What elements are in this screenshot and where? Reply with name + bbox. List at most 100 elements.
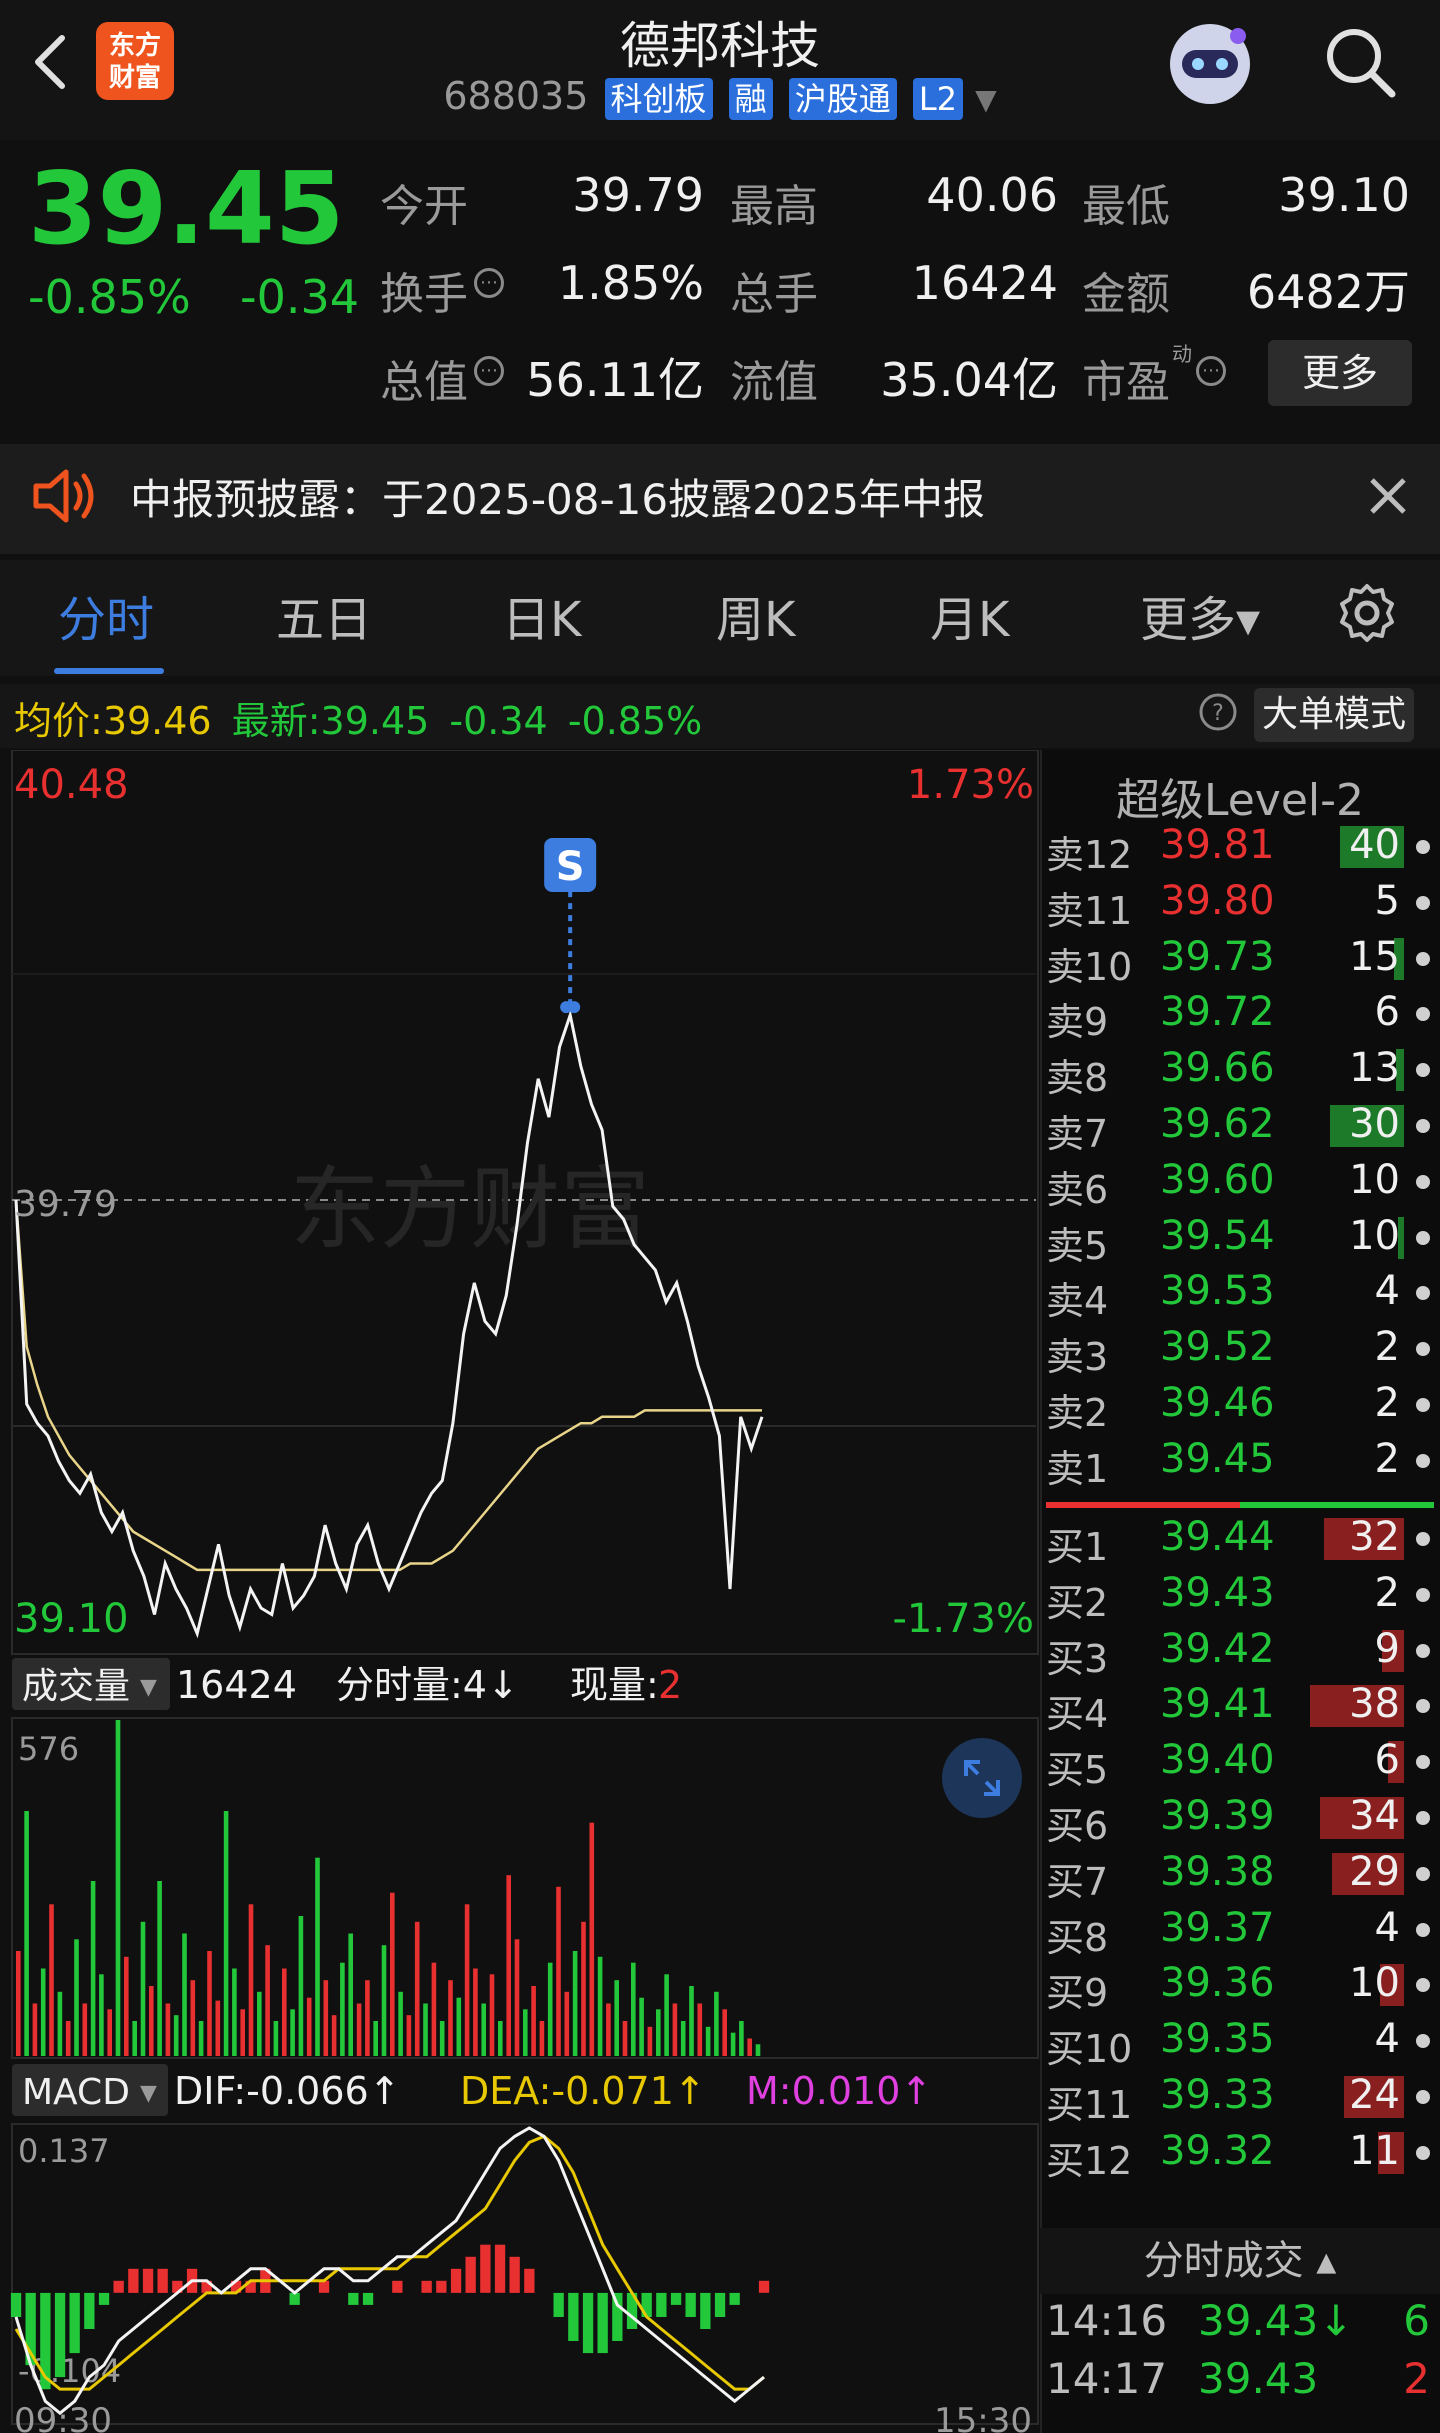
tab-intraday[interactable]: 分时 [58,580,154,650]
dropdown-caret-icon[interactable]: ▼ [975,83,997,116]
macd-dropdown-icon[interactable]: ▼ [140,2081,157,2106]
volume-bar [672,2003,678,2056]
ask-row[interactable]: 卖7 39.62 30 [1044,1099,1438,1156]
level-volume: 29 [1349,1848,1400,1895]
help-icon[interactable]: ? [1198,692,1238,732]
marker-dot [568,1001,581,1014]
volume-bar [589,1822,595,2056]
search-icon[interactable] [1320,22,1400,102]
bid-row[interactable]: 买5 39.40 6 [1044,1735,1438,1792]
ask-row[interactable]: 卖11 39.80 5 [1044,876,1438,933]
ask-row[interactable]: 卖6 39.60 10 [1044,1155,1438,1212]
macd-histogram-bar [758,2280,770,2293]
notice-text: 中报预披露：于2025-08-16披露2025年中报 [130,475,985,524]
bid-row[interactable]: 买6 39.39 34 [1044,1791,1438,1848]
level-price: 39.80 [1160,877,1275,924]
tab-five-day[interactable]: 五日 [276,580,372,650]
price-line [14,1009,764,1639]
bid-row[interactable]: 买4 39.41 38 [1044,1679,1438,1736]
volume-bar [747,2038,752,2056]
tick-trade-row[interactable]: 14:17 39.43 2 [1046,2354,1436,2412]
macd-histogram-bar [436,2280,447,2293]
ask-row[interactable]: 卖1 39.45 2 [1044,1434,1438,1491]
eastmoney-logo[interactable]: 东方 财富 [96,22,174,100]
level-label: 卖5 [1046,1223,1109,1268]
level-price: 39.81 [1160,822,1275,868]
tick-trade-row[interactable]: 14:16 39.43↓ 6 [1046,2296,1436,2354]
expand-button[interactable] [942,1738,1022,1818]
tab-more[interactable]: 更多▾ [1140,580,1260,650]
bid-row[interactable]: 买11 39.33 24 [1044,2070,1438,2127]
bid-row[interactable]: 买12 39.32 11 [1044,2126,1438,2183]
pct-max-label: 1.73% [907,762,1034,808]
info-change-pct: -0.85% [567,699,703,743]
big-order-mode-button[interactable]: 大单模式 [1254,688,1414,742]
bid-row[interactable]: 买7 39.38 29 [1044,1847,1438,1904]
level-price: 39.72 [1160,989,1275,1036]
dot-icon [1416,1811,1430,1825]
pct-min-label: -1.73% [892,1596,1034,1642]
level-price: 39.32 [1160,2127,1275,2174]
close-icon[interactable] [1360,468,1416,524]
level-label: 卖6 [1046,1167,1109,1212]
bid-row[interactable]: 买8 39.37 4 [1044,1903,1438,1960]
level-volume: 10 [1349,1212,1400,1259]
dot-icon [1416,1174,1430,1189]
tick-trades-header[interactable]: 分时成交 ▴ [1040,2228,1440,2294]
dot-icon [1416,1978,1430,1993]
bid-row[interactable]: 买10 39.35 4 [1044,2014,1438,2071]
macd-histogram-bar [597,2292,608,2354]
volume-bar [273,2021,279,2056]
ask-row[interactable]: 卖3 39.52 2 [1044,1322,1438,1379]
ask-row[interactable]: 卖2 39.46 2 [1044,1378,1438,1435]
macd-histogram-bar [421,2280,432,2293]
change-amount: -0.34 [240,270,360,324]
ask-row[interactable]: 卖9 39.72 6 [1044,987,1438,1044]
volume-bar [381,1945,387,2056]
intraday-chart-area[interactable]: 东方财富 S 40.48 39.10 1.73% -1.73% 39.79 成交… [0,750,1040,2433]
tab-weekly-k[interactable]: 周K [716,580,795,650]
back-arrow-icon[interactable] [28,32,74,92]
tag-star-market: 科创板 [604,77,713,120]
level-volume: 6 [1374,1737,1400,1784]
macd-histogram-bar [318,2280,330,2293]
level-label: 买12 [1046,2138,1133,2183]
ask-row[interactable]: 卖5 39.54 10 [1044,1211,1438,1268]
tab-daily-k[interactable]: 日K [502,580,581,650]
level2-title[interactable]: 超级Level-2 [1040,764,1440,828]
m-label: M:0.010↑ [746,2069,932,2113]
ask-row[interactable]: 卖4 39.53 4 [1044,1266,1438,1323]
bid-row[interactable]: 买2 39.43 2 [1044,1568,1438,1625]
tab-monthly-k[interactable]: 月K [930,580,1009,650]
latest-value: 39.45 [320,699,430,743]
level-price: 39.52 [1160,1324,1275,1371]
volume-bar [198,2021,204,2056]
stat-label: 今开 [380,181,468,232]
signal-marker[interactable]: S [544,838,597,1014]
dot-icon [1416,1699,1430,1714]
dot-icon [1416,1587,1430,1602]
stat-label: 流值 [730,357,818,408]
volume-dropdown-icon[interactable]: ▼ [140,1675,157,1700]
bid-row[interactable]: 买3 39.42 9 [1044,1624,1438,1681]
volume-bar [689,1986,694,2056]
macd-histogram-bar [582,2292,594,2354]
latest-label: 最新: [231,699,321,743]
level-volume: 32 [1349,1514,1400,1560]
ask-row[interactable]: 卖10 39.73 15 [1044,932,1438,989]
volume-bar [165,2003,171,2056]
bid-row[interactable]: 买9 39.36 10 [1044,1958,1438,2015]
bid-row[interactable]: 买1 39.44 32 [1044,1512,1438,1569]
stat-label: 总手 [730,269,818,320]
volume-bar [448,1980,453,2056]
level-price: 39.40 [1160,1737,1275,1784]
level-price: 39.53 [1160,1268,1275,1315]
gear-icon[interactable] [1336,582,1398,644]
ask-row[interactable]: 卖8 39.66 13 [1044,1043,1438,1100]
volume-bar [564,1991,570,2056]
assistant-robot-icon[interactable] [1160,14,1260,114]
dot-icon [1416,1398,1430,1412]
more-stats-button[interactable]: 更多 [1268,340,1412,406]
dot-icon [1416,1007,1430,1022]
ask-row[interactable]: 卖12 39.81 40 [1044,820,1438,877]
